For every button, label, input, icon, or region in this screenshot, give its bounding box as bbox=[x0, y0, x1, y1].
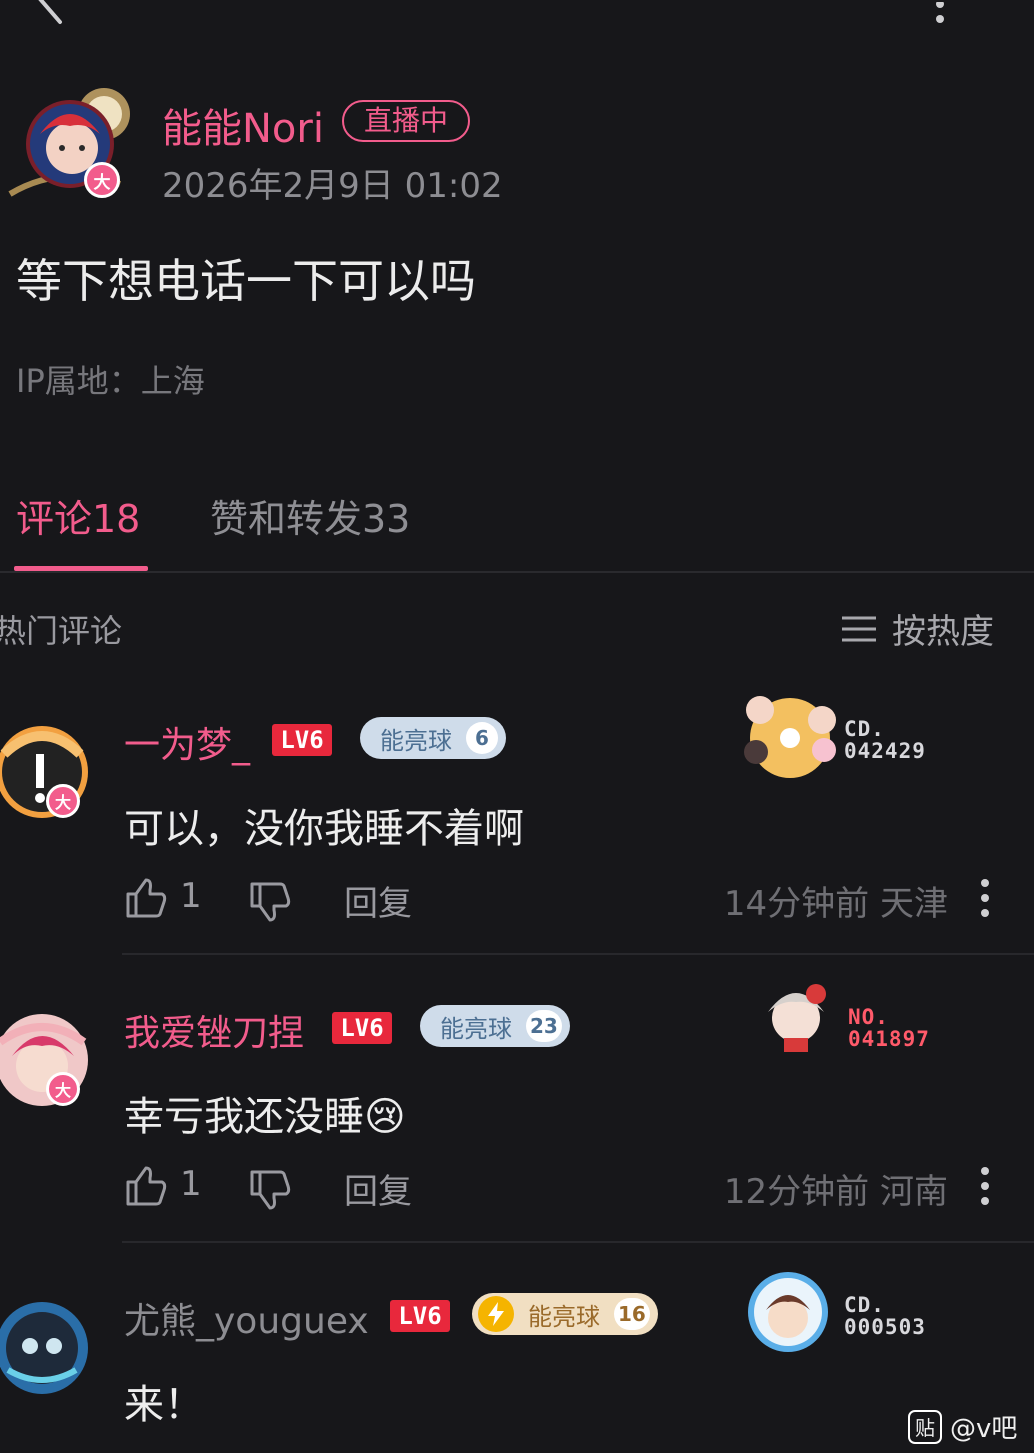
post-time: 2026年2月9日 01:02 bbox=[162, 166, 503, 206]
comment-text: 来！ bbox=[124, 1382, 204, 1428]
fan-badge-level: 16 bbox=[614, 1298, 650, 1330]
watermark-label: @v吧 bbox=[950, 1414, 1018, 1444]
thumbs-down-icon[interactable] bbox=[248, 1168, 292, 1212]
comment-text: 幸亏我还没睡😢 bbox=[124, 1084, 406, 1142]
author-avatar-badge: 大 bbox=[84, 162, 120, 198]
comment-meta: 12分钟前 河南 bbox=[723, 1172, 948, 1212]
crying-emoji-icon: 😢 bbox=[364, 1094, 406, 1140]
fan-badge[interactable]: 能亮球 23 bbox=[420, 1005, 570, 1047]
decoration-code: NO. 041897 bbox=[848, 1005, 930, 1051]
ip-location: IP属地：上海 bbox=[16, 362, 205, 400]
more-options-icon[interactable] bbox=[980, 1166, 990, 1206]
lightning-icon bbox=[478, 1296, 514, 1332]
comment-divider bbox=[122, 1241, 1034, 1243]
fan-badge-label: 能亮球 bbox=[440, 1014, 512, 1043]
like-count: 1 bbox=[180, 876, 202, 916]
like-count: 1 bbox=[180, 1164, 202, 1204]
level-badge: LV6 bbox=[332, 1012, 392, 1044]
avatar-badge: 大 bbox=[46, 1072, 80, 1106]
post-content: 等下想电话一下可以吗 bbox=[16, 254, 476, 308]
comment-item: 尤熊_youguex LV6 能亮球 16 CD. 000503 来！ bbox=[0, 1266, 1034, 1453]
fan-badge-level: 23 bbox=[526, 1010, 562, 1042]
sort-button[interactable]: 按热度 bbox=[840, 604, 994, 653]
sort-label: 按热度 bbox=[892, 612, 994, 652]
comment-actions: 1 回复 12分钟前 河南 bbox=[124, 1162, 1004, 1212]
decoration-code: CD. 042429 bbox=[844, 717, 926, 763]
back-arrow-icon[interactable] bbox=[22, 0, 72, 32]
author-avatar[interactable] bbox=[0, 84, 140, 204]
commenter-name[interactable]: 尤熊_youguex bbox=[124, 1292, 369, 1344]
more-options-icon[interactable] bbox=[932, 2, 948, 32]
more-options-icon[interactable] bbox=[980, 878, 990, 918]
commenter-name[interactable]: 我爱锉刀捏 bbox=[124, 1004, 304, 1056]
decoration-code: CD. 000503 bbox=[844, 1293, 926, 1339]
decoration-sticker-icon bbox=[744, 696, 836, 778]
comment-actions: 1 回复 14分钟前 天津 bbox=[124, 874, 1004, 924]
level-badge: LV6 bbox=[390, 1300, 450, 1332]
author-name[interactable]: 能能Nori bbox=[162, 96, 324, 154]
tab-comments[interactable]: 评论18 bbox=[16, 488, 140, 543]
menu-lines-icon bbox=[842, 616, 876, 641]
hot-comments-label: 热门评论 bbox=[0, 612, 123, 650]
comment-divider bbox=[122, 953, 1034, 955]
comment-text-body: 幸亏我还没睡 bbox=[124, 1094, 364, 1140]
tieba-logo-icon: 贴 bbox=[908, 1409, 942, 1444]
watermark: 贴 @v吧 bbox=[908, 1408, 1017, 1445]
commenter-avatar[interactable] bbox=[0, 1300, 90, 1396]
live-badge[interactable]: 直播中 bbox=[342, 100, 471, 142]
comment-item: 大 我爱锉刀捏 LV6 能亮球 23 NO. 041897 幸亏我还没睡😢 1 … bbox=[0, 978, 1034, 1243]
avatar-badge: 大 bbox=[46, 784, 80, 818]
comment-meta: 14分钟前 天津 bbox=[723, 884, 948, 924]
tab-divider bbox=[0, 571, 1034, 573]
thumbs-down-icon[interactable] bbox=[248, 880, 292, 924]
level-badge: LV6 bbox=[272, 724, 332, 756]
tab-likes-reposts[interactable]: 赞和转发33 bbox=[210, 488, 410, 543]
fan-badge-level: 6 bbox=[466, 722, 498, 754]
fan-badge-label: 能亮球 bbox=[528, 1302, 600, 1331]
fan-badge[interactable]: 能亮球 16 bbox=[472, 1293, 658, 1335]
thumbs-up-icon[interactable] bbox=[124, 1164, 168, 1208]
decoration-sticker-icon bbox=[768, 984, 826, 1052]
commenter-name[interactable]: 一为梦_ bbox=[124, 716, 250, 768]
comment-item: 大 一为梦_ LV6 能亮球 6 CD. 042429 可以，没你我睡不着啊 1… bbox=[0, 690, 1034, 955]
fan-badge[interactable]: 能亮球 6 bbox=[360, 717, 506, 759]
reply-button[interactable]: 回复 bbox=[344, 1164, 412, 1213]
reply-button[interactable]: 回复 bbox=[344, 876, 412, 925]
decoration-sticker-icon bbox=[748, 1272, 828, 1352]
comment-text: 可以，没你我睡不着啊 bbox=[124, 806, 524, 852]
thumbs-up-icon[interactable] bbox=[124, 876, 168, 920]
fan-badge-label: 能亮球 bbox=[380, 726, 452, 755]
